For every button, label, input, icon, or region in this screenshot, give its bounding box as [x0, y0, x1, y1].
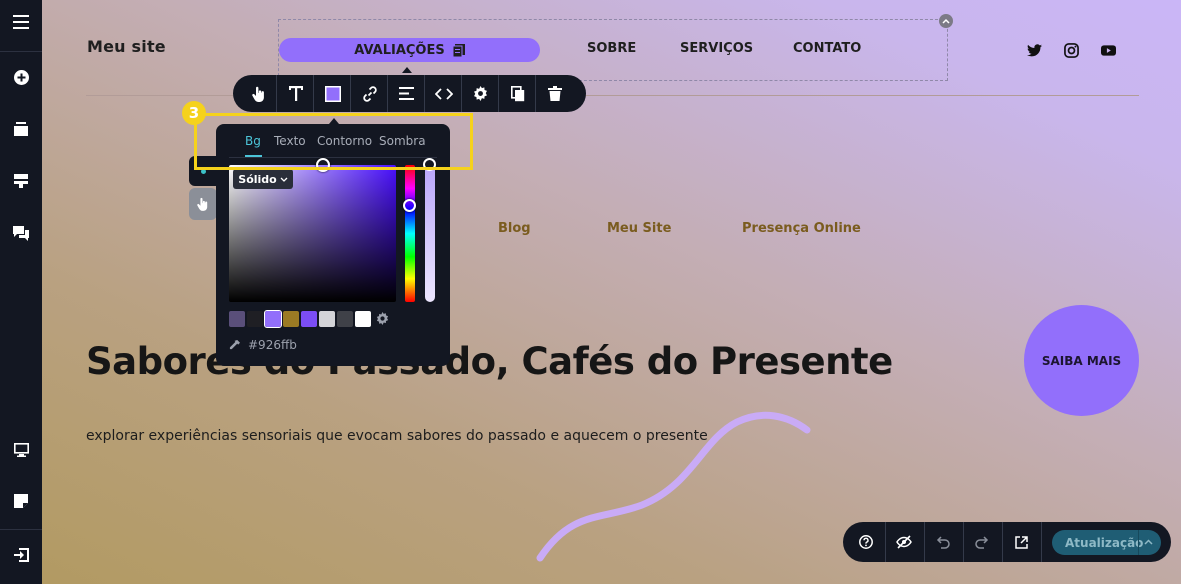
toolbar-pointer [402, 67, 412, 73]
chevron-down-icon [280, 177, 288, 182]
drag-hand-icon[interactable] [189, 188, 217, 220]
instagram-icon[interactable] [1062, 41, 1080, 59]
align-icon[interactable] [388, 75, 425, 112]
nav-item-contato[interactable]: CONTATO [793, 41, 861, 56]
add-icon[interactable] [0, 56, 42, 98]
delete-icon[interactable] [536, 75, 573, 112]
exit-icon[interactable] [0, 534, 42, 576]
update-divider [1138, 530, 1139, 555]
left-sidebar [0, 0, 42, 584]
link-icon[interactable] [351, 75, 388, 112]
color-swatch[interactable] [301, 311, 317, 327]
redo-icon[interactable] [964, 524, 1000, 560]
update-label: Atualização [1065, 535, 1144, 550]
hide-icon[interactable] [886, 524, 922, 560]
color-swatch[interactable] [337, 311, 353, 327]
hex-value[interactable]: #926ffb [248, 338, 297, 352]
color-icon[interactable] [314, 75, 351, 112]
fill-mode-dropdown[interactable]: Sólido [233, 169, 293, 189]
link-blog[interactable]: Blog [498, 221, 531, 236]
sidebar-divider [0, 529, 42, 530]
color-swatch[interactable] [229, 311, 245, 327]
page-icon [452, 43, 465, 57]
hex-value-row[interactable]: #926ffb [229, 338, 297, 352]
color-swatch[interactable] [264, 310, 282, 328]
nav-item-label: AVALIAÇÕES [354, 42, 445, 58]
text-icon[interactable] [277, 75, 314, 112]
hand-icon[interactable] [240, 75, 277, 112]
link-presenca-online[interactable]: Presença Online [742, 221, 861, 236]
chevron-up-icon[interactable] [1144, 539, 1153, 545]
saiba-mais-button[interactable]: SAIBA MAIS [1024, 305, 1139, 416]
undo-icon[interactable] [925, 524, 961, 560]
nav-item-avaliacoes[interactable]: AVALIAÇÕES [279, 38, 540, 62]
settings-icon[interactable] [462, 75, 499, 112]
color-swatch[interactable] [319, 311, 335, 327]
twitter-icon[interactable] [1025, 41, 1043, 59]
annotation-step-badge: 3 [182, 101, 206, 125]
hue-knob[interactable] [403, 199, 416, 212]
eyedropper-icon[interactable] [229, 339, 240, 351]
nav-item-sobre[interactable]: SOBRE [587, 41, 636, 56]
collapse-handle-icon[interactable] [939, 14, 953, 28]
update-button[interactable]: Atualização [1052, 530, 1161, 555]
sections-icon[interactable] [0, 160, 42, 202]
menu-icon[interactable] [0, 1, 42, 43]
nav-item-servicos[interactable]: SERVIÇOS [680, 41, 753, 56]
color-swatch[interactable] [247, 311, 263, 327]
help-icon[interactable] [848, 524, 884, 560]
sidebar-divider [0, 51, 42, 52]
hero-title[interactable]: Sabores do Passado, Cafés do Presente [86, 340, 893, 383]
color-swatch[interactable] [283, 311, 299, 327]
fill-mode-label: Sólido [238, 172, 277, 186]
youtube-icon[interactable] [1099, 41, 1117, 59]
decorative-wave [536, 411, 811, 562]
site-canvas: Meu site AVALIAÇÕES SOBRE SERVIÇOS CONTA… [42, 0, 1181, 584]
opacity-slider[interactable] [425, 165, 435, 302]
pages-icon[interactable] [0, 108, 42, 150]
color-swatch[interactable] [355, 311, 371, 327]
chat-icon[interactable] [0, 212, 42, 254]
bottom-control-bar: Atualização [843, 522, 1171, 562]
external-link-icon[interactable] [1003, 524, 1039, 560]
swatch-settings-icon[interactable] [374, 310, 390, 326]
annotation-highlight-box [194, 113, 473, 170]
link-meu-site[interactable]: Meu Site [607, 221, 671, 236]
element-toolbar [233, 75, 586, 112]
notes-icon[interactable] [0, 480, 42, 522]
desktop-preview-icon[interactable] [0, 429, 42, 471]
bar-divider [1041, 522, 1042, 562]
hue-slider[interactable] [405, 165, 415, 302]
code-icon[interactable] [425, 75, 462, 112]
duplicate-icon[interactable] [499, 75, 536, 112]
site-logo-text[interactable]: Meu site [87, 37, 166, 56]
